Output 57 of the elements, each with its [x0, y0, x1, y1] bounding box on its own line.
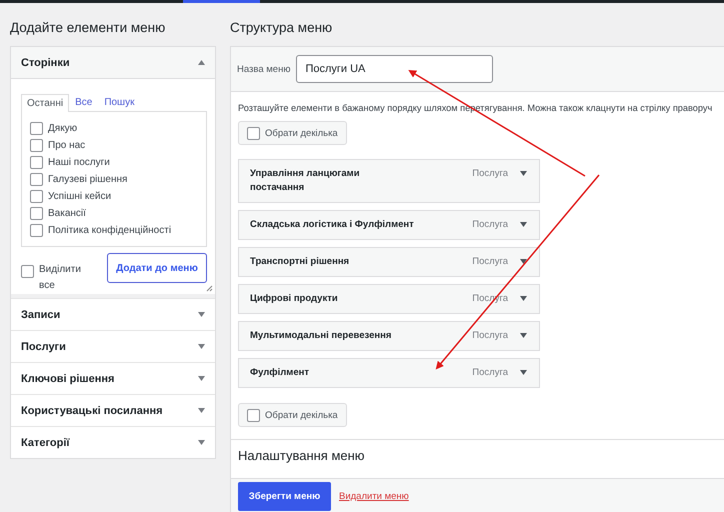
- checkbox[interactable]: [30, 207, 43, 220]
- menu-item-bar[interactable]: Фулфілмент Послуга: [238, 358, 540, 388]
- bulk-select-label: Обрати декілька: [265, 410, 338, 420]
- page-label: Політика конфіденційності: [48, 225, 172, 236]
- resize-handle-icon[interactable]: [206, 285, 213, 292]
- bulk-select-label: Обрати декілька: [265, 128, 338, 138]
- menu-item-title: Цифрові продукти: [250, 292, 339, 306]
- expand-arrow-icon[interactable]: [520, 296, 527, 301]
- page-label: Вакансії: [48, 208, 86, 219]
- bulk-select-button[interactable]: Обрати декілька: [238, 403, 347, 427]
- menu-item-bar[interactable]: Управління ланцюгами постачання Послуга: [238, 159, 540, 203]
- expand-arrow-icon[interactable]: [520, 259, 527, 264]
- expand-arrow-icon[interactable]: [520, 171, 527, 176]
- checkbox[interactable]: [21, 265, 34, 278]
- checkbox[interactable]: [30, 139, 43, 152]
- item-type-label: Послуга: [472, 167, 508, 181]
- page-label: Дякую: [48, 123, 78, 134]
- tab[interactable]: Все: [69, 93, 98, 111]
- expand-arrow-icon[interactable]: [520, 333, 527, 338]
- item-type-label: Послуга: [472, 218, 508, 232]
- select-all-label: Виділити все: [39, 263, 79, 293]
- page-label: Наші послуги: [48, 157, 110, 168]
- item-type-label: Послуга: [472, 366, 508, 380]
- menu-item-title: Транспортні рішення: [250, 255, 350, 269]
- tab[interactable]: Пошук: [98, 93, 140, 111]
- tab[interactable]: Останні: [21, 94, 70, 112]
- field-label: Назва меню: [237, 64, 290, 74]
- page-label: Галузеві рішення: [48, 174, 128, 185]
- bulk-select-button[interactable]: Обрати декілька: [238, 121, 347, 145]
- checkbox[interactable]: [30, 190, 43, 203]
- page-label: Успішні кейси: [48, 191, 112, 202]
- menu-item-bar[interactable]: Транспортні рішення Послуга: [238, 247, 540, 277]
- checkbox[interactable]: [30, 122, 43, 135]
- checkbox[interactable]: [247, 126, 260, 140]
- accordion-header[interactable]: Сторінки: [11, 47, 215, 79]
- settings-heading: Налаштування меню: [238, 448, 365, 463]
- checkbox[interactable]: [30, 224, 43, 237]
- menu-item-bar[interactable]: Мультимодальні перевезення Послуга: [238, 321, 540, 351]
- item-type-label: Послуга: [472, 329, 508, 343]
- section-heading: Додайте елементи меню: [10, 20, 166, 36]
- add-to-menu-button[interactable]: Додати до меню: [107, 253, 207, 283]
- checkbox[interactable]: [247, 408, 260, 422]
- expand-arrow-icon[interactable]: [520, 222, 527, 227]
- delete-menu-link[interactable]: Видалити меню: [339, 490, 409, 502]
- menu-item-title: Управління ланцюгами постачання: [250, 167, 361, 195]
- menu-name-field[interactable]: Послуги UA: [296, 55, 494, 83]
- menu-item-title: Мультимодальні перевезення: [250, 329, 392, 343]
- expand-arrow-icon[interactable]: [520, 370, 527, 375]
- menu-item-bar[interactable]: Складська логістика і Фулфілмент Послуга: [238, 210, 540, 240]
- item-type-label: Послуга: [472, 255, 508, 269]
- save-menu-button[interactable]: Зберегти меню: [238, 482, 331, 510]
- menu-item-title: Фулфілмент: [250, 366, 310, 380]
- checkbox[interactable]: [30, 156, 43, 169]
- menu-item-title: Складська логістика і Фулфілмент: [250, 218, 415, 232]
- section-heading: Структура меню: [230, 20, 334, 36]
- checkbox[interactable]: [30, 173, 43, 186]
- page-label: Про нас: [48, 140, 86, 151]
